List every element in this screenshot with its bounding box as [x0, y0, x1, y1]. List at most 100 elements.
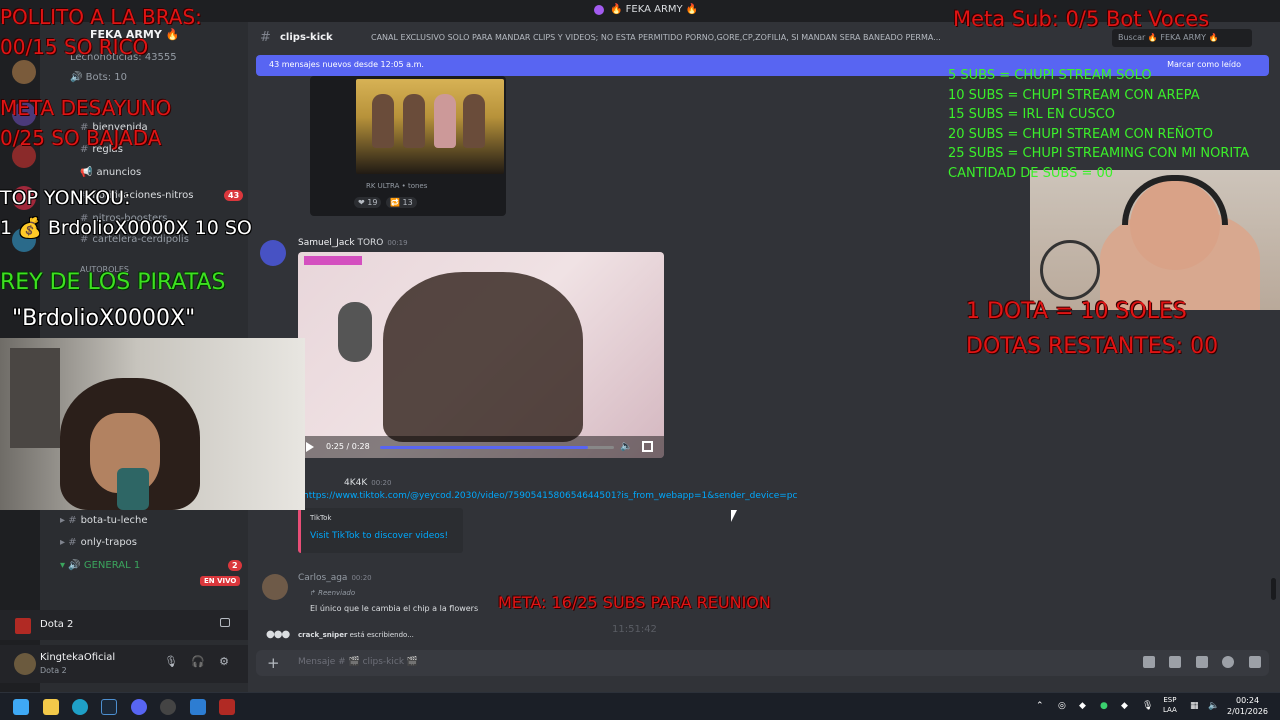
language-code: ESP	[1163, 696, 1177, 704]
speaker-icon: 🔊	[70, 72, 86, 83]
voice-icon: ▾ 🔊	[60, 560, 84, 571]
sidebar-item-bots: 🔊 Bots: 10	[70, 72, 127, 83]
unread-badge: 43	[224, 190, 244, 201]
overlay-desayuno-title: META DESAYUNO	[0, 96, 172, 120]
typing-indicator-icon: ●●●	[266, 629, 290, 640]
tiktok-link[interactable]: https://www.tiktok.com/@yeycod.2030/vide…	[303, 491, 797, 501]
gear-icon[interactable]: ⚙	[217, 655, 231, 669]
microphone-icon[interactable]: 🎙	[164, 655, 178, 669]
overlay-subs-goal: 5 SUBS = CHUPI STREAM SOLO	[948, 68, 1152, 83]
sidebar-item-label: anuncios	[96, 167, 142, 178]
overlay-subs-goal: 25 SUBS = CHUPI STREAMING CON MI ÑORITA	[948, 147, 1250, 160]
sidebar-item-label: GENERAL 1	[83, 560, 141, 571]
reaction[interactable]: 🔁 13	[386, 197, 417, 208]
clock[interactable]: 00:24 2/01/2026	[1227, 695, 1268, 717]
avatar[interactable]	[14, 653, 36, 675]
typing-indicator: crack_sniper está escribiendo...	[298, 631, 414, 639]
keyboard-layout: LAA	[1163, 706, 1177, 714]
tray-icon[interactable]: ◆	[1079, 701, 1086, 711]
network-icon[interactable]: ▦	[1190, 701, 1199, 711]
live-badge: EN VIVO	[200, 576, 241, 586]
file-explorer-icon[interactable]	[43, 699, 59, 715]
poster-face	[463, 94, 485, 148]
webcam-fan	[1040, 240, 1100, 300]
embed-title-link[interactable]: Visit TikTok to discover videos!	[310, 531, 448, 541]
hash-icon: #	[260, 30, 271, 45]
new-messages-text: 43 mensajes nuevos desde 12:05 a.m.	[269, 60, 424, 69]
webcam-object	[117, 468, 149, 510]
author-name: Samuel_Jack	[298, 238, 355, 248]
author-name: Carlos_aga	[298, 573, 348, 583]
forwarded-message: El único que le cambia el chip a la flow…	[310, 604, 479, 613]
overlay-top-yonkou-title: TOP YONKOU:	[0, 187, 131, 209]
fullscreen-icon[interactable]	[642, 441, 653, 452]
video-controls: 0:25 / 0:28 🔈	[298, 436, 664, 458]
volume-icon[interactable]: 🔈	[1208, 701, 1219, 711]
overlay-subs-count: CANTIDAD DE SUBS = 00	[948, 166, 1114, 181]
channel-topic[interactable]: CANAL EXCLUSIVO SOLO PARA MANDAR CLIPS Y…	[371, 33, 941, 42]
avatar[interactable]	[262, 574, 288, 600]
sidebar-item-label: Bots: 10	[85, 72, 128, 83]
poster-face	[434, 94, 456, 148]
headphones-icon[interactable]: 🎧	[191, 655, 205, 669]
mark-read-button[interactable]: Marcar como leído	[1167, 60, 1241, 69]
message-time: 00:20	[371, 479, 392, 487]
language-indicator[interactable]: ESP LAA	[1163, 695, 1177, 715]
link-embed: TikTok Visit TikTok to discover videos!	[298, 508, 463, 553]
dota-icon	[15, 618, 31, 634]
sidebar-item-only-trapos[interactable]: ▸ # only-trapos	[60, 537, 137, 548]
tray-icon[interactable]: ◎	[1058, 701, 1066, 711]
channel-name: clips-kick	[280, 32, 333, 43]
tray-icon[interactable]: ●	[1100, 701, 1108, 711]
user-status: Dota 2	[40, 666, 67, 675]
volume-icon[interactable]: 🔈	[620, 441, 632, 452]
obs-icon[interactable]	[160, 699, 176, 715]
gift-icon[interactable]	[1143, 656, 1155, 668]
poster-face	[372, 94, 394, 148]
video-time: 0:25 / 0:28	[326, 442, 370, 451]
message-author[interactable]: Carlos_aga 00:20	[298, 573, 372, 583]
emoji-icon[interactable]	[1222, 656, 1234, 668]
reaction-count: 13	[402, 198, 413, 207]
tray-chevron-icon[interactable]: ⌃	[1036, 701, 1044, 711]
sidebar-item-bota-tu-leche[interactable]: ▸ # bota-tu-leche	[60, 515, 148, 526]
gif-icon[interactable]	[1169, 656, 1181, 668]
play-icon[interactable]	[306, 442, 314, 452]
app-icon[interactable]	[190, 699, 206, 715]
hash-icon: ▸ #	[60, 537, 77, 548]
message-author[interactable]: Samuel_Jack TORO 00:19	[298, 238, 408, 248]
message-author[interactable]: 4K4K 00:20	[344, 478, 391, 488]
sidebar-item-anuncios[interactable]: 📢 anuncios	[80, 167, 141, 178]
sticker-icon[interactable]	[1196, 656, 1208, 668]
voice-channel-general[interactable]: ▾ 🔊 GENERAL 1	[60, 560, 140, 571]
server-icon[interactable]	[12, 60, 36, 84]
dota-icon[interactable]	[219, 699, 235, 715]
apps-icon[interactable]	[1249, 656, 1261, 668]
discord-icon[interactable]	[131, 699, 147, 715]
overlay-meta-sub: Meta Sub: 0/5 Bot Voces	[953, 7, 1210, 31]
overlay-pollito-count: 00/15 SO RICO	[0, 35, 149, 59]
popout-icon[interactable]	[220, 618, 230, 627]
tray-icon[interactable]: ◆	[1121, 701, 1128, 711]
edge-icon[interactable]	[72, 699, 88, 715]
plus-icon[interactable]: +	[267, 654, 280, 672]
activity-panel[interactable]: Dota 2	[0, 610, 248, 640]
message-time: 00:20	[351, 574, 372, 582]
microphone-icon[interactable]: 🎙	[1142, 701, 1153, 711]
overlay-meta-reunion: META: 16/25 SUBS PARA REUNION	[498, 593, 771, 612]
steam-icon[interactable]	[101, 699, 117, 715]
reaction[interactable]: ❤ 19	[354, 197, 382, 208]
search-input[interactable]: Buscar 🔥 FEKA ARMY 🔥	[1112, 29, 1252, 47]
video-progress[interactable]	[380, 446, 614, 449]
windows-start-icon[interactable]	[13, 699, 29, 715]
message-input[interactable]: Mensaje # 🎬 clips-kick 🎬	[298, 657, 418, 667]
overlay-dota-remaining: DOTAS RESTANTES: 00	[966, 334, 1219, 359]
avatar[interactable]	[260, 240, 286, 266]
video-person	[383, 272, 583, 442]
video-player[interactable]: 0:25 / 0:28 🔈	[298, 252, 664, 458]
overlay-dota-price: 1 DOTA = 10 SOLES	[966, 299, 1187, 324]
message-composer[interactable]: + Mensaje # 🎬 clips-kick 🎬	[256, 650, 1269, 676]
webcam-shelf	[10, 348, 60, 448]
scrollbar[interactable]	[1271, 578, 1276, 600]
embed-provider: TikTok	[310, 514, 332, 522]
